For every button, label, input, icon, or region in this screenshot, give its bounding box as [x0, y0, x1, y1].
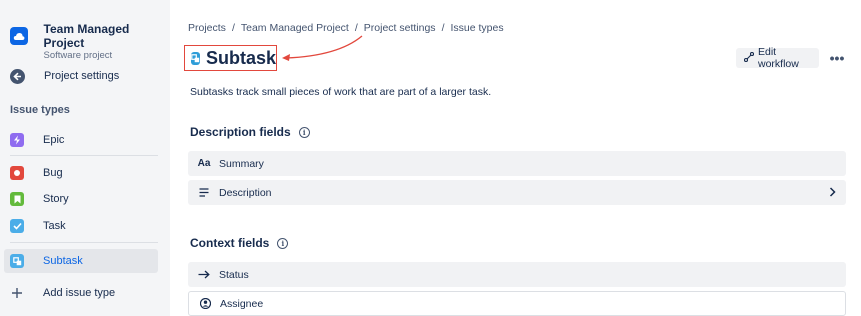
text-format-icon: Aa: [197, 158, 211, 169]
task-icon: [10, 219, 24, 233]
issue-types-heading: Issue types: [10, 104, 70, 116]
field-row-assignee[interactable]: Assignee: [188, 291, 846, 316]
page-title-highlight: Subtask: [184, 45, 277, 71]
annotation-arrow: [282, 35, 363, 61]
sidebar-item-task[interactable]: Task: [10, 214, 158, 238]
description-fields-heading: Description fields i: [190, 125, 310, 139]
project-settings-label: Project settings: [44, 70, 120, 82]
project-settings-back-link[interactable]: Project settings: [10, 66, 119, 86]
more-actions-button[interactable]: •••: [826, 48, 848, 68]
add-issue-type-button[interactable]: Add issue type: [10, 281, 158, 305]
field-label: Assignee: [220, 297, 264, 310]
sidebar-item-label: Bug: [43, 167, 63, 179]
sidebar: Team Managed Project Software project Pr…: [0, 0, 170, 316]
more-icon: •••: [829, 50, 845, 66]
breadcrumb-link-settings[interactable]: Project settings: [364, 22, 436, 34]
info-icon[interactable]: i: [277, 237, 289, 249]
breadcrumb-separator: /: [231, 22, 235, 34]
sidebar-item-label: Epic: [43, 134, 65, 146]
context-fields-title: Context fields: [190, 236, 270, 250]
cloud-icon: [10, 27, 28, 45]
divider: [10, 242, 158, 243]
sidebar-item-epic[interactable]: Epic: [10, 128, 158, 152]
epic-icon: [10, 133, 24, 147]
project-type: Software project: [43, 50, 113, 61]
project-header[interactable]: Team Managed Project Software project: [10, 22, 170, 62]
arrow-left-icon: [10, 68, 25, 84]
user-avatar-icon: [198, 298, 212, 309]
arrow-right-icon: [197, 270, 211, 279]
breadcrumb-separator: /: [441, 22, 445, 34]
subtask-icon: [10, 254, 24, 268]
edit-workflow-label: Edit workflow: [758, 46, 799, 70]
description-fields-title: Description fields: [190, 125, 291, 139]
field-row-summary[interactable]: Aa Summary: [188, 151, 846, 176]
sidebar-item-label: Story: [43, 193, 69, 205]
field-label: Summary: [219, 157, 264, 170]
context-fields-heading: Context fields i: [190, 236, 289, 250]
field-label: Status: [219, 268, 249, 281]
breadcrumb: Projects / Team Managed Project / Project se…: [188, 22, 504, 34]
sidebar-item-label: Subtask: [43, 255, 83, 267]
page-title: Subtask: [206, 47, 277, 68]
subtask-icon: [191, 51, 200, 65]
breadcrumb-link-project[interactable]: Team Managed Project: [241, 22, 349, 34]
divider: [10, 155, 158, 156]
plus-icon: [10, 286, 24, 300]
breadcrumb-link-projects[interactable]: Projects: [188, 22, 226, 34]
sidebar-item-label: Task: [43, 220, 66, 232]
chevron-right-icon[interactable]: [829, 186, 836, 200]
sidebar-item-subtask[interactable]: Subtask: [4, 249, 158, 273]
story-icon: [10, 192, 24, 206]
breadcrumb-link-issue-types[interactable]: Issue types: [450, 22, 503, 34]
field-row-description[interactable]: Description: [188, 180, 846, 205]
page-description: Subtasks track small pieces of work that…: [190, 86, 492, 98]
sidebar-item-bug[interactable]: Bug: [10, 161, 158, 185]
bug-icon: [10, 166, 24, 180]
lines-icon: [197, 188, 211, 197]
add-issue-type-label: Add issue type: [43, 287, 116, 299]
workflow-icon: [743, 51, 755, 65]
field-row-status[interactable]: Status: [188, 262, 846, 287]
info-icon[interactable]: i: [298, 126, 310, 138]
sidebar-item-story[interactable]: Story: [10, 187, 158, 211]
edit-workflow-button[interactable]: Edit workflow: [736, 46, 819, 70]
breadcrumb-separator: /: [354, 22, 358, 34]
field-label: Description: [219, 186, 272, 199]
project-name: Team Managed Project: [43, 22, 130, 50]
